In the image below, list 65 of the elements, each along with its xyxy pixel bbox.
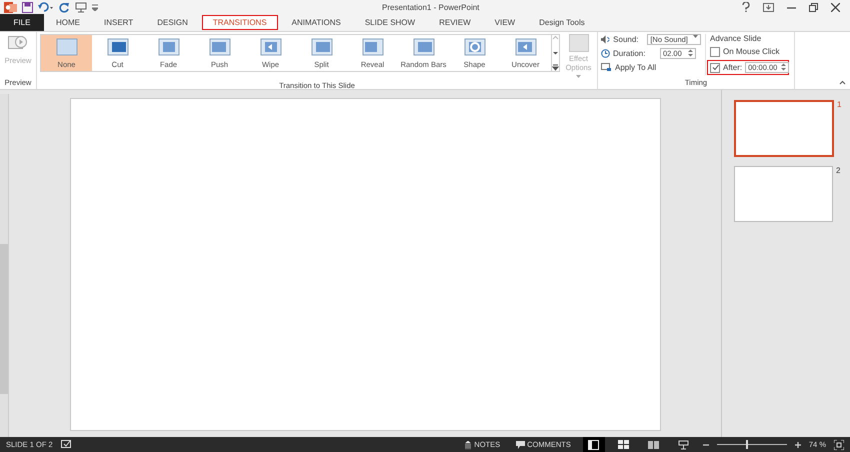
more-icon[interactable]: [552, 64, 559, 71]
view-icon: [648, 440, 660, 450]
transition-thumbnail-icon: [158, 38, 180, 56]
zoom-out-icon[interactable]: [702, 442, 709, 448]
on-mouse-click-checkbox[interactable]: On Mouse Click: [710, 46, 791, 57]
ribbon-display-icon[interactable]: [763, 2, 774, 12]
view-icon: [588, 440, 600, 450]
clock-icon: [601, 49, 610, 58]
window-title: Presentation1 - PowerPoint: [381, 2, 480, 12]
ribbon-tab[interactable]: HOME: [45, 14, 91, 31]
presentation-icon[interactable]: [75, 2, 87, 12]
transition-thumbnail-icon: [208, 38, 230, 56]
transition-thumbnail-icon: [106, 38, 128, 56]
duration-label: Duration:: [613, 49, 646, 58]
sound-label: Sound:: [613, 35, 640, 44]
customize-caret-icon[interactable]: [92, 3, 98, 11]
section-title: Advance Slide: [710, 34, 762, 43]
zoom-in-icon[interactable]: [794, 442, 801, 448]
ribbon-tab[interactable]: DESIGN: [146, 14, 199, 31]
vertical-scrollbar[interactable]: [0, 94, 9, 437]
apply-to-all-button[interactable]: Apply To All: [601, 62, 701, 73]
ribbon-tab[interactable]: FILE: [0, 14, 44, 31]
scroll-down-icon[interactable]: [552, 50, 559, 56]
effect-options-icon: [568, 34, 588, 52]
check-icon: [712, 64, 718, 70]
slide-thumbnail[interactable]: [734, 100, 834, 157]
ribbon-tab[interactable]: REVIEW: [428, 14, 482, 31]
apply-to-all-icon: [601, 63, 612, 72]
ribbon-tab[interactable]: ANIMATIONS: [280, 14, 352, 31]
transition-thumbnail-icon: [514, 38, 536, 56]
ribbon-tab[interactable]: Design Tools: [528, 14, 596, 31]
help-icon[interactable]: [742, 2, 750, 12]
slide-thumbnail[interactable]: [734, 166, 833, 222]
view-icon: [618, 440, 630, 450]
ribbon-tab[interactable]: TRANSITIONS: [202, 15, 278, 30]
caret-icon: [576, 75, 581, 79]
restore-icon[interactable]: [809, 2, 818, 12]
view-button[interactable]: [582, 437, 605, 452]
transition-thumbnail-icon: [362, 38, 384, 56]
redo-icon[interactable]: [59, 2, 70, 12]
transition-thumbnail-icon: [260, 38, 282, 56]
caret-icon: [693, 35, 698, 39]
collapse-ribbon-icon[interactable]: [839, 80, 846, 85]
ribbon-tab[interactable]: VIEW: [484, 14, 526, 31]
speaker-icon: [601, 35, 610, 44]
spinner-arrows-icon[interactable]: [781, 63, 786, 71]
notes-icon: [464, 440, 472, 448]
transition-thumbnail-icon: [56, 38, 78, 56]
ribbon-tab[interactable]: INSERT: [93, 14, 144, 31]
spinner-arrows-icon[interactable]: [688, 49, 693, 57]
comment-icon: [516, 440, 526, 448]
view-icon: [678, 440, 690, 450]
close-icon[interactable]: [831, 2, 840, 12]
fit-to-window-icon[interactable]: [834, 440, 844, 450]
spell-check-icon[interactable]: [60, 440, 72, 449]
after-checkbox[interactable]: After:: [710, 62, 742, 73]
transition-thumbnail-icon: [464, 38, 486, 56]
undo-icon[interactable]: [38, 2, 54, 12]
slide-number: 2: [836, 166, 840, 177]
transition-thumbnail-icon: [412, 38, 434, 56]
slide-number: 1: [837, 100, 842, 111]
transition-thumbnail-icon: [310, 38, 332, 56]
save-icon[interactable]: [22, 2, 33, 12]
preview-icon: [8, 34, 28, 52]
ribbon-tab[interactable]: SLIDE SHOW: [354, 14, 426, 31]
